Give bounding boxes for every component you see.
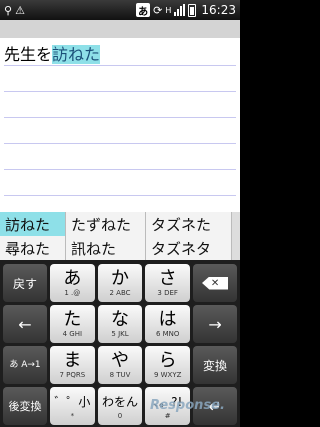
sync-icon: ⟳ bbox=[153, 3, 163, 17]
ruled-line bbox=[4, 65, 236, 66]
key-sublabel: 6 MNO bbox=[155, 329, 180, 338]
signal-icon bbox=[174, 4, 186, 16]
key-sublabel: 9 WXYZ bbox=[153, 370, 182, 379]
convert-key[interactable]: 変換 bbox=[193, 346, 238, 384]
key-na-row[interactable]: な5 JKL bbox=[97, 305, 143, 343]
key-sublabel: 1 .@ bbox=[64, 288, 81, 297]
key-label: あ bbox=[63, 267, 82, 289]
key-sublabel: 2 ABC bbox=[109, 288, 131, 297]
key-label: は bbox=[158, 308, 177, 330]
key-sublabel: 3 DEF bbox=[157, 288, 178, 297]
key-sublabel: * bbox=[70, 411, 75, 420]
key-ka-row[interactable]: か2 ABC bbox=[97, 264, 143, 302]
warning-icon: ⚠ bbox=[15, 3, 25, 17]
backspace-icon: ✕ bbox=[202, 276, 229, 290]
key-label: か bbox=[111, 267, 129, 289]
ruled-line bbox=[4, 117, 236, 118]
candidate-item[interactable]: たずねた bbox=[66, 212, 145, 236]
key-label: わをん bbox=[102, 394, 139, 409]
editor-text: 先生を訪ねた bbox=[4, 41, 101, 65]
status-bar: ⚲ ⚠ あ ⟳ H 16:23 bbox=[0, 0, 240, 20]
ruled-line bbox=[4, 143, 236, 144]
cursor-left-key[interactable]: ← bbox=[3, 305, 47, 343]
text-editor[interactable]: 先生を訪ねた bbox=[0, 20, 240, 212]
clock: 16:23 bbox=[201, 3, 236, 17]
key-sa-row[interactable]: さ3 DEF bbox=[145, 264, 191, 302]
key-label: ゛゜小 bbox=[54, 394, 91, 409]
key-ha-row[interactable]: は6 MNO bbox=[145, 305, 191, 343]
ruled-line bbox=[4, 195, 236, 196]
cursor-right-key[interactable]: → bbox=[193, 305, 238, 343]
right-arrow-icon: → bbox=[208, 314, 222, 334]
undo-key[interactable]: 戻す bbox=[3, 264, 47, 302]
backspace-key[interactable]: ✕ bbox=[193, 264, 238, 302]
battery-icon bbox=[188, 3, 197, 17]
key-sublabel: 8 TUV bbox=[109, 370, 131, 379]
key-ya-row[interactable]: や8 TUV bbox=[97, 346, 143, 384]
network-type-label: H bbox=[165, 5, 172, 15]
post-convert-key[interactable]: 後変換 bbox=[3, 387, 47, 425]
key-ma-row[interactable]: ま7 PQRS bbox=[50, 346, 95, 384]
candidate-item[interactable]: 訊ねた bbox=[66, 236, 145, 260]
candidate-item[interactable]: 訪ねた bbox=[0, 212, 65, 236]
left-arrow-icon: ← bbox=[18, 314, 32, 334]
candidate-item[interactable]: タズネタ bbox=[146, 236, 231, 260]
ime-indicator: あ bbox=[136, 3, 151, 18]
key-label: た bbox=[63, 308, 82, 330]
composing-text: 訪ねた bbox=[52, 45, 101, 64]
key-label: ら bbox=[158, 349, 177, 371]
candidate-bar: 訪ねた 尋ねた たずねた 訊ねた タズネた タズネタ bbox=[0, 212, 240, 260]
candidate-item[interactable]: タズネた bbox=[146, 212, 231, 236]
key-wa-row[interactable]: わをん 0 bbox=[97, 387, 143, 425]
key-ra-row[interactable]: ら9 WXYZ bbox=[145, 346, 191, 384]
input-mode-key[interactable]: あ A→1 bbox=[3, 346, 47, 384]
usb-icon: ⚲ bbox=[4, 3, 13, 17]
ruled-line bbox=[4, 169, 236, 170]
key-a-row[interactable]: あ1 .@ bbox=[50, 264, 95, 302]
key-sublabel: 7 PQRS bbox=[59, 370, 86, 379]
key-sublabel: 5 JKL bbox=[111, 329, 129, 338]
watermark-logo: Response. bbox=[150, 398, 225, 413]
key-sublabel: 4 GHI bbox=[62, 329, 83, 338]
key-label: ま bbox=[63, 349, 82, 371]
key-dakuten[interactable]: ゛゜小 * bbox=[50, 387, 95, 425]
key-ta-row[interactable]: た4 GHI bbox=[50, 305, 95, 343]
candidate-scroll[interactable] bbox=[232, 212, 240, 260]
candidate-item[interactable]: 尋ねた bbox=[0, 236, 65, 260]
input-mode-icon: あ A→1 bbox=[9, 360, 41, 370]
key-label: な bbox=[111, 308, 129, 330]
key-label: や bbox=[111, 349, 129, 371]
key-label: さ bbox=[158, 267, 177, 289]
key-sublabel: 0 bbox=[117, 411, 123, 420]
ruled-line bbox=[4, 91, 236, 92]
committed-text: 先生を bbox=[4, 45, 53, 64]
